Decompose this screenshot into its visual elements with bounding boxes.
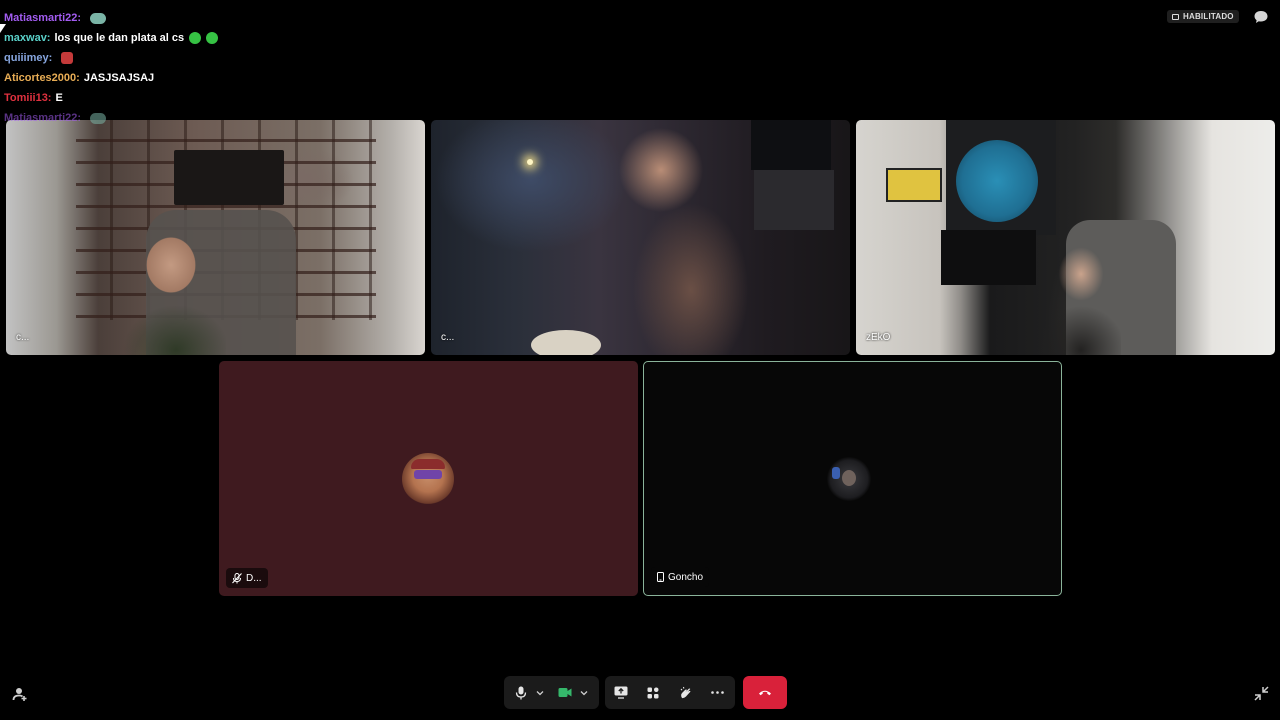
microphone-options-button[interactable] xyxy=(533,676,547,709)
avatar xyxy=(827,457,871,501)
emote-icon xyxy=(90,12,107,24)
camera-options-button[interactable] xyxy=(577,676,591,709)
video-feed xyxy=(527,159,533,165)
emote-icon xyxy=(61,52,74,64)
minimize-icon[interactable] xyxy=(1254,686,1269,701)
video-tile-participant-3[interactable]: zEkO xyxy=(856,120,1275,355)
chat-message: Matiasmarti22: xyxy=(4,108,434,128)
participants-icon[interactable] xyxy=(12,686,28,702)
participant-name: D... xyxy=(246,572,262,584)
chat-message-text: E xyxy=(55,91,63,104)
video-feed xyxy=(941,230,1036,285)
mic-muted-icon xyxy=(232,572,242,583)
video-feed xyxy=(116,220,226,355)
chat-message: Aticortes2000: JASJSAJSAJ xyxy=(4,68,434,88)
video-feed xyxy=(1041,240,1121,355)
chat-message: quiiimey: xyxy=(4,48,434,68)
video-feed xyxy=(751,120,831,170)
hang-up-icon xyxy=(759,690,771,696)
microphone-icon xyxy=(515,686,527,699)
video-feed xyxy=(886,168,942,202)
video-feed xyxy=(531,330,601,355)
video-tile-participant-4[interactable]: D... xyxy=(219,361,638,596)
participant-name: Goncho xyxy=(668,571,704,583)
reactions-button[interactable] xyxy=(669,676,701,709)
video-tile-participant-2[interactable]: c... xyxy=(431,120,850,355)
chat-username: Tomiii13: xyxy=(4,91,52,104)
avatar xyxy=(402,453,454,505)
chat-message: maxwav: los que le dan plata al cs xyxy=(4,28,434,48)
camera-button[interactable] xyxy=(553,676,577,709)
phone-icon xyxy=(657,572,664,582)
chevron-down-icon xyxy=(580,690,588,695)
chat-message: Matiasmarti22: xyxy=(4,8,434,28)
chat-username: maxwav: xyxy=(4,31,51,44)
chat-message-text: JASJSAJSAJ xyxy=(83,71,155,84)
participant-name: c... xyxy=(16,332,30,343)
chat-username: Matiasmarti22: xyxy=(4,11,82,24)
video-tile-participant-5[interactable]: Goncho xyxy=(643,361,1062,596)
chat-overlay: Matiasmarti22: maxwav: los que le dan plat… xyxy=(4,8,434,128)
chevron-down-icon xyxy=(536,690,544,695)
emote-icon xyxy=(189,32,202,44)
emote-icon xyxy=(90,112,107,124)
avatar-glasses xyxy=(414,470,442,479)
video-feed xyxy=(174,150,284,205)
participant-name: zEkO xyxy=(866,332,891,343)
video-feed xyxy=(754,170,834,230)
video-camera-icon xyxy=(558,688,572,697)
status-badge-label: HABILITADO xyxy=(1183,12,1234,21)
chat-username: Matiasmarti22: xyxy=(4,111,82,124)
mouse-cursor xyxy=(0,24,6,33)
reactions-icon xyxy=(680,686,690,699)
screen-share-icon xyxy=(614,686,628,699)
chat-message: Tomiii13: E xyxy=(4,88,434,108)
avatar-detail xyxy=(842,470,856,486)
chat-username: quiiimey: xyxy=(4,51,53,64)
participant-name-tag: D... xyxy=(226,568,268,588)
chat-bubble-icon[interactable] xyxy=(1253,9,1269,25)
apps-button[interactable] xyxy=(637,676,669,709)
caption-icon xyxy=(1172,13,1179,20)
microphone-button[interactable] xyxy=(509,676,533,709)
video-tile-participant-1[interactable]: c... xyxy=(6,120,425,355)
chat-message-text: los que le dan plata al cs xyxy=(54,31,185,44)
leave-call-button[interactable] xyxy=(743,676,787,709)
screen-share-button[interactable] xyxy=(605,676,637,709)
emote-icon xyxy=(206,32,219,44)
chat-username: Aticortes2000: xyxy=(4,71,80,84)
more-options-button[interactable] xyxy=(701,676,733,709)
avatar-detail xyxy=(832,467,840,479)
participant-name: c... xyxy=(441,332,455,343)
status-badge: HABILITADO xyxy=(1167,10,1239,23)
more-options-icon xyxy=(710,691,724,694)
participant-name-tag: Goncho xyxy=(651,567,710,587)
av-controls xyxy=(504,676,599,709)
call-tools xyxy=(605,676,735,709)
apps-icon xyxy=(647,687,659,698)
video-feed xyxy=(956,140,1038,222)
avatar-cap xyxy=(411,459,445,469)
